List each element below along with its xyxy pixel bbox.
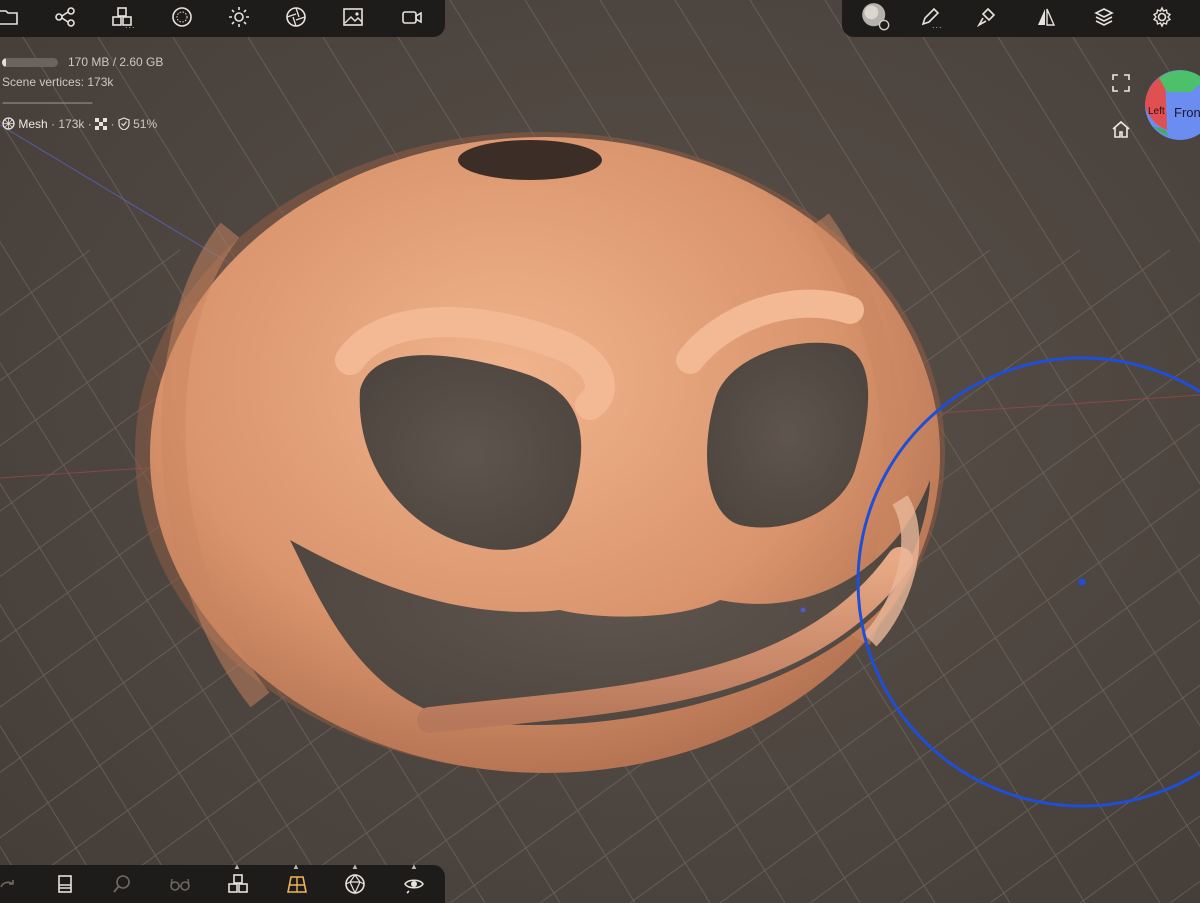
- mesh-row[interactable]: Mesh · 173k · · 51%: [2, 114, 163, 134]
- brush-settings-icon[interactable]: [854, 0, 898, 34]
- brush-cursor-center: [1078, 578, 1086, 586]
- mesh-opacity: 51%: [133, 117, 158, 131]
- shading-aperture-icon[interactable]: [276, 0, 316, 34]
- pencil-icon[interactable]: [910, 0, 950, 34]
- more-indicator: ...: [125, 20, 136, 30]
- bottom-toolbar: ▲ ▲ ▲ ▲: [0, 862, 445, 903]
- settings-gear-icon[interactable]: [1142, 0, 1182, 34]
- pumpkin-top-hole: [458, 140, 602, 180]
- pivot-dot: [800, 607, 806, 613]
- light-sun-icon[interactable]: [219, 0, 259, 34]
- frame-corners-icon[interactable]: [1110, 72, 1132, 94]
- gizmo-front-label: Front: [1174, 105, 1200, 120]
- 3d-viewport[interactable]: [0, 0, 1200, 903]
- top-right-toolbar: ...: [842, 0, 1200, 37]
- separator-dot: ·: [87, 117, 96, 131]
- image-icon[interactable]: [333, 0, 373, 34]
- glasses-icon[interactable]: [160, 867, 200, 901]
- mesh-vertices: 173k: [58, 117, 85, 131]
- gizmo-left-label: Left: [1148, 106, 1165, 117]
- voxel-cubes-icon[interactable]: [218, 867, 258, 901]
- home-icon[interactable]: [1110, 118, 1132, 140]
- scene-vertices-value: 173k: [87, 75, 114, 89]
- mesh-icon: [2, 117, 15, 130]
- tools-cubes-icon[interactable]: [102, 0, 142, 34]
- wireframe-icon[interactable]: [335, 867, 375, 901]
- memory-row: 170 MB / 2.60 GB: [2, 52, 163, 72]
- separator-dot: ·: [110, 117, 118, 131]
- symmetry-icon[interactable]: [1026, 0, 1066, 34]
- camera-icon[interactable]: [392, 0, 432, 34]
- files-icon[interactable]: [0, 0, 28, 34]
- pumpkin-mesh[interactable]: [135, 132, 945, 773]
- shield-icon: [118, 117, 130, 131]
- scene-vertices-label: Scene vertices: [2, 75, 81, 89]
- material-icon[interactable]: [45, 867, 85, 901]
- grid-floor-icon[interactable]: [277, 867, 317, 901]
- mesh-name: Mesh: [18, 117, 48, 131]
- memory-bar: [2, 58, 58, 68]
- redo-icon[interactable]: [0, 867, 28, 901]
- matcap-sphere-icon[interactable]: [162, 0, 202, 34]
- search-icon[interactable]: [102, 867, 142, 901]
- stats-separator: ------------------------------: [2, 95, 93, 109]
- scene-graph-icon[interactable]: [45, 0, 85, 34]
- eye-visibility-icon[interactable]: [394, 867, 434, 901]
- more-indicator: ...: [932, 20, 943, 30]
- checker-icon: [95, 118, 108, 130]
- scene-vertices-row: Scene vertices: 173k: [2, 75, 114, 89]
- memory-text: 170 MB / 2.60 GB: [68, 55, 164, 69]
- paint-brush-icon[interactable]: [967, 0, 1007, 34]
- layers-icon[interactable]: [1084, 0, 1124, 34]
- scene-stats: 170 MB / 2.60 GB Scene vertices: 173k --…: [2, 52, 163, 134]
- top-left-toolbar: ...: [0, 0, 445, 37]
